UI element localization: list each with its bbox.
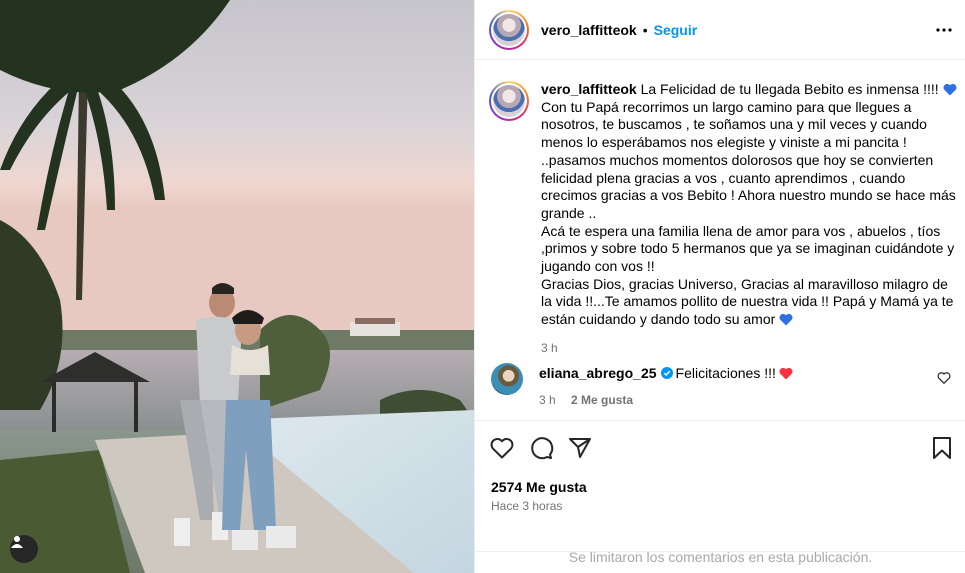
post-photo[interactable]: [0, 0, 474, 573]
user-icon: [11, 536, 23, 548]
blue-heart-icon: [943, 83, 957, 96]
caption-line-4: Acá te espera una familia llena de amor …: [541, 222, 955, 275]
author-avatar[interactable]: [489, 9, 529, 50]
comments-limited-notice: Se limitaron los comentarios en esta pub…: [475, 549, 965, 573]
comment-likes[interactable]: 2 Me gusta: [571, 393, 633, 407]
caption-line-5: Gracias Dios, gracias Universo, Gracias …: [541, 275, 954, 328]
comment-body: eliana_abrego_25 Felicitaciones !!! 3 h 2…: [539, 364, 793, 409]
like-heart-icon[interactable]: [489, 435, 515, 461]
caption-time[interactable]: 3 h: [541, 340, 961, 358]
caption-avatar[interactable]: [489, 81, 529, 121]
caption-line-3: ..pasamos muchos momentos dolorosos que …: [541, 151, 956, 221]
comment-icon[interactable]: [528, 435, 554, 461]
comment-time[interactable]: 3 h: [539, 393, 556, 407]
commenter-username[interactable]: eliana_abrego_25: [539, 365, 657, 381]
red-heart-icon: [779, 367, 793, 380]
bookmark-icon[interactable]: [929, 435, 955, 461]
follow-button[interactable]: Seguir: [654, 22, 698, 38]
post-header: vero_laffitteok • Seguir: [475, 0, 965, 60]
blue-heart-icon: [779, 314, 793, 326]
share-paper-plane-icon[interactable]: [567, 435, 593, 461]
commenter-avatar[interactable]: [491, 363, 523, 395]
more-horizontal-icon: [936, 28, 952, 32]
caption-username[interactable]: vero_laffitteok: [541, 81, 637, 97]
photo-scene: [0, 0, 474, 573]
comment-item: eliana_abrego_25 Felicitaciones !!! 3 h 2…: [491, 363, 951, 409]
caption-line-1: La Felicidad de tu llegada Bebito es inm…: [640, 81, 939, 97]
post-time-ago[interactable]: Hace 3 horas: [491, 499, 562, 513]
action-icons: [489, 435, 955, 461]
likes-count[interactable]: 2574 Me gusta: [491, 479, 587, 495]
tagged-user-button[interactable]: [10, 535, 38, 563]
post-caption: vero_laffitteok La Felicidad de tu llega…: [489, 81, 961, 358]
post-actions: 2574 Me gusta Hace 3 horas Se limitaron …: [475, 420, 965, 573]
comments-limited-text: Se limitaron los comentarios en esta pub…: [568, 549, 873, 565]
caption-body: vero_laffitteok La Felicidad de tu llega…: [541, 81, 961, 358]
verified-badge-icon: [660, 367, 673, 379]
instagram-post: vero_laffitteok • Seguir vero_laffitteok…: [0, 0, 965, 573]
comments-section[interactable]: vero_laffitteok La Felicidad de tu llega…: [475, 61, 965, 419]
comment-text: Felicitaciones !!!: [675, 365, 776, 381]
post-sidebar: vero_laffitteok • Seguir vero_laffitteok…: [474, 0, 965, 573]
author-username[interactable]: vero_laffitteok: [541, 22, 637, 38]
separator-dot: •: [642, 21, 648, 38]
more-options-button[interactable]: [932, 18, 956, 42]
caption-line-2: Con tu Papá recorrimos un largo camino p…: [541, 98, 927, 151]
heart-outline-icon[interactable]: [937, 371, 951, 385]
